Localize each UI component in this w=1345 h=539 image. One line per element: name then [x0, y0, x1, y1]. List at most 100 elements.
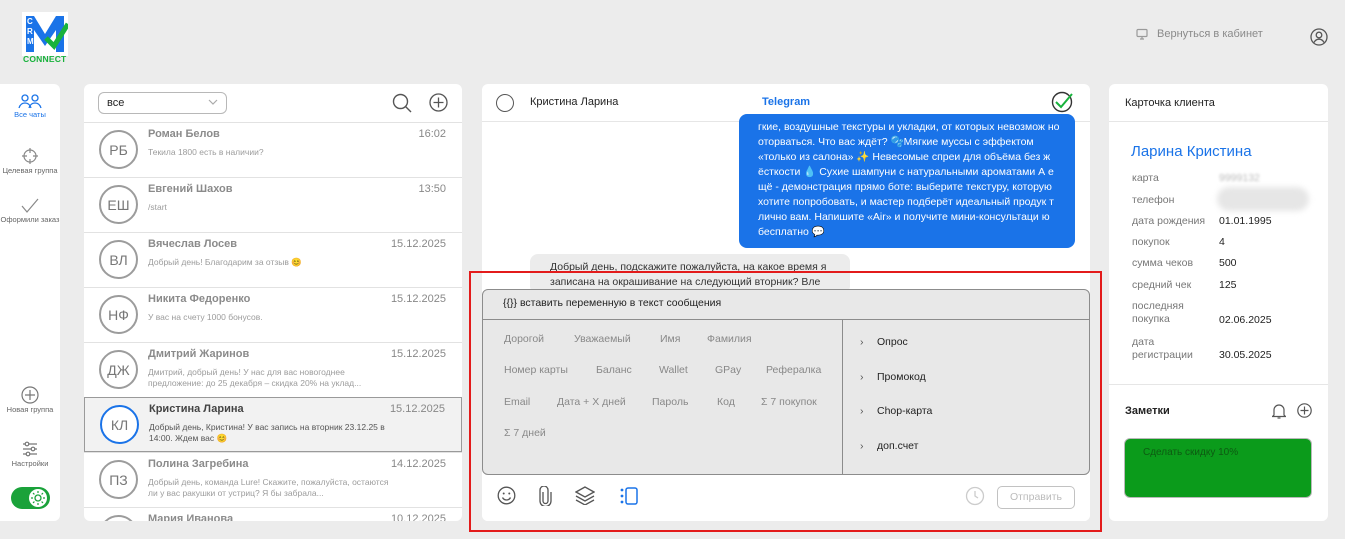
- field-label: дата регистрации: [1132, 336, 1193, 361]
- chat-row-time: 15.12.2025: [390, 238, 446, 250]
- back-link-label: Вернуться в кабинет: [1157, 28, 1263, 40]
- search-icon[interactable]: [392, 93, 412, 113]
- chat-row-preview: Добрый день, команда Lure! Скажите, пожа…: [148, 477, 389, 498]
- checkmark-icon: [21, 198, 39, 214]
- avatar: ПЗ: [99, 460, 138, 499]
- logo-connect-text: CONNECT: [23, 54, 67, 64]
- chat-row-time: 13:50: [418, 183, 446, 195]
- chat-row-time: 14.12.2025: [390, 458, 446, 470]
- avatar: РБ: [99, 130, 138, 169]
- target-icon: [21, 147, 39, 165]
- chat-row[interactable]: ЕШ Евгений Шахов 13:50 /start: [84, 177, 462, 232]
- nav-target-group-label: Целевая группа: [2, 166, 58, 175]
- nav-new-group[interactable]: Новая группа: [0, 386, 60, 414]
- divider: [1109, 121, 1328, 122]
- chat-contact-name: Кристина Ларина: [530, 96, 619, 108]
- chat-row-name: Полина Загребина: [148, 458, 249, 470]
- field-label: карта: [1132, 172, 1159, 184]
- field-value: 9999132: [1219, 172, 1260, 184]
- note-card[interactable]: Сделать скидку 10%: [1124, 438, 1312, 498]
- nav-make-order[interactable]: Оформили заказ: [0, 198, 60, 224]
- sliders-icon: [21, 440, 39, 458]
- chat-row-selected[interactable]: КЛ Кристина Ларина 15.12.2025 Добрый ден…: [84, 397, 462, 452]
- client-card-title: Карточка клиента: [1125, 97, 1215, 109]
- chat-filter-value: все: [107, 97, 125, 109]
- field-label: дата рождения: [1132, 215, 1206, 227]
- avatar: НФ: [99, 295, 138, 334]
- nav-settings-label: Настройки: [11, 459, 49, 468]
- left-navigation: Все чаты Целевая группа Оформили заказ Н…: [0, 84, 60, 521]
- outgoing-message-bubble: гкие, воздушные текстуры и укладки, от к…: [739, 114, 1075, 248]
- field-value: 01.01.1995: [1219, 215, 1272, 227]
- avatar: ВЛ: [99, 240, 138, 279]
- sun-icon: [29, 489, 47, 507]
- field-value: 125: [1219, 279, 1237, 291]
- field-label: средний чек: [1132, 279, 1192, 291]
- theme-toggle[interactable]: [11, 487, 50, 509]
- chat-row-preview: Дмитрий, добрый день! У нас для вас ново…: [148, 367, 362, 388]
- chat-row[interactable]: ВЛ Вячеслав Лосев 15.12.2025 Добрый день…: [84, 232, 462, 287]
- field-label: покупок: [1132, 236, 1170, 248]
- field-label: сумма чеков: [1132, 257, 1194, 269]
- select-chat-radio[interactable]: [496, 94, 514, 112]
- field-value: 4: [1219, 236, 1225, 248]
- chat-row-preview: /start: [148, 202, 167, 212]
- chat-row-preview: Добрый день! Благодарим за отзыв 😊: [148, 257, 302, 267]
- chat-row-name: Дмитрий Жаринов: [148, 348, 250, 360]
- divider: [1109, 384, 1328, 385]
- users-icon: [18, 93, 42, 109]
- highlight-box: [469, 271, 1102, 532]
- avatar: МИ: [99, 515, 138, 521]
- nav-target-group[interactable]: Целевая группа: [0, 147, 60, 175]
- check-circle-icon[interactable]: [1051, 91, 1073, 113]
- client-name: Ларина Кристина: [1131, 143, 1252, 160]
- chat-row[interactable]: ПЗ Полина Загребина 14.12.2025 Добрый де…: [84, 452, 462, 507]
- add-chat-plus-icon[interactable]: [429, 93, 448, 112]
- field-value: 500: [1219, 257, 1237, 269]
- chat-row-preview: Текила 1800 есть в наличии?: [148, 147, 264, 157]
- user-icon[interactable]: [1310, 28, 1328, 46]
- nav-settings[interactable]: Настройки: [0, 440, 60, 468]
- chat-row-time: 16:02: [418, 128, 446, 140]
- chat-rows: РБ Роман Белов 16:02 Текила 1800 есть в …: [84, 122, 462, 521]
- bell-icon[interactable]: [1272, 403, 1286, 419]
- avatar: КЛ: [100, 405, 139, 444]
- field-label: последняя покупка: [1132, 300, 1184, 325]
- chat-row-time: 10.12.2025: [390, 513, 446, 521]
- monitor-icon: [1136, 28, 1148, 40]
- field-label: телефон: [1132, 194, 1175, 206]
- chat-row[interactable]: НФ Никита Федоренко 15.12.2025 У вас на …: [84, 287, 462, 342]
- chat-filter-select[interactable]: все: [98, 92, 227, 114]
- chat-row[interactable]: ДЖ Дмитрий Жаринов 15.12.2025 Дмитрий, д…: [84, 342, 462, 397]
- plus-circle-icon: [21, 386, 39, 404]
- chat-row-name: Кристина Ларина: [149, 403, 244, 415]
- chat-row-preview: У вас на счету 1000 бонусов.: [148, 312, 263, 322]
- nav-new-group-label: Новая группа: [6, 405, 54, 414]
- add-note-plus-icon[interactable]: [1297, 403, 1312, 418]
- nav-make-order-label: Оформили заказ: [0, 215, 60, 224]
- avatar: ЕШ: [99, 185, 138, 224]
- chat-row[interactable]: МИ Мария Иванова 10.12.2025: [84, 507, 462, 521]
- chat-row[interactable]: РБ Роман Белов 16:02 Текила 1800 есть в …: [84, 122, 462, 177]
- outgoing-message-text: гкие, воздушные текстуры и укладки, от к…: [758, 121, 1060, 238]
- chat-row-preview: Добрый день, Кристина! У вас запись на в…: [149, 422, 385, 443]
- chat-row-name: Мария Иванова: [148, 513, 234, 521]
- avatar: ДЖ: [99, 350, 138, 389]
- svg-text:R: R: [27, 27, 33, 36]
- svg-text:C: C: [27, 17, 33, 26]
- back-to-cabinet-link[interactable]: Вернуться в кабинет: [1136, 28, 1263, 40]
- nav-all-chats-label: Все чаты: [14, 110, 46, 119]
- phone-redacted: [1217, 187, 1309, 211]
- chat-row-name: Никита Федоренко: [148, 293, 251, 305]
- chat-row-name: Роман Белов: [148, 128, 220, 140]
- svg-text:M: M: [27, 37, 34, 46]
- chevron-down-icon: [208, 97, 218, 107]
- field-value: 02.06.2025: [1219, 314, 1272, 326]
- nav-all-chats[interactable]: Все чаты: [0, 93, 60, 119]
- chat-channel-label: Telegram: [762, 96, 811, 108]
- chat-row-name: Евгений Шахов: [148, 183, 233, 195]
- chat-list-panel: все РБ Роман Белов 16:02 Текила 1800 ест…: [84, 84, 462, 521]
- chat-row-time: 15.12.2025: [389, 403, 445, 415]
- client-card-panel: Карточка клиента Ларина Кристина карта 9…: [1109, 84, 1328, 521]
- field-value: 30.05.2025: [1219, 349, 1272, 361]
